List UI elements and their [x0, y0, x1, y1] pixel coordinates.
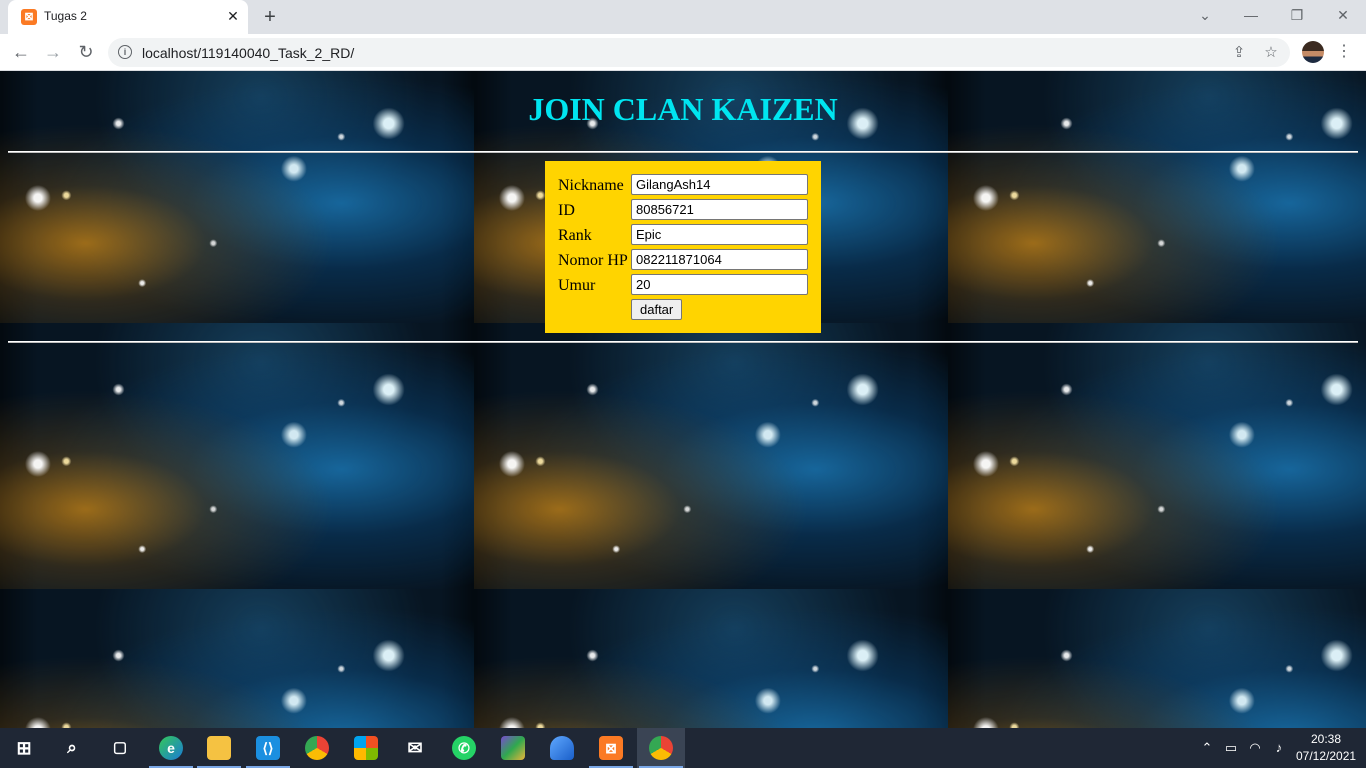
start-button[interactable]: ⊞ [0, 728, 48, 768]
chrome-icon [305, 736, 329, 760]
task-view-button[interactable]: ▢ [96, 728, 144, 768]
xampp-favicon-icon: ⊠ [21, 9, 37, 25]
clock-time[interactable]: 20:38 [1296, 732, 1356, 746]
taskbar-vscode[interactable]: ⟨⟩ [244, 728, 292, 768]
file-explorer-icon [207, 736, 231, 760]
site-info-icon[interactable]: i [118, 45, 132, 59]
phone-input[interactable]: 082211871064 [631, 249, 808, 270]
xampp-icon: ⊠ [599, 736, 623, 760]
bookmark-star-icon[interactable]: ☆ [1260, 42, 1282, 64]
submit-button[interactable]: daftar [631, 299, 683, 320]
form-row-rank: Rank Epic [558, 224, 818, 249]
tab-close-icon[interactable]: ✕ [224, 7, 242, 25]
restore-button[interactable]: ❐ [1282, 4, 1312, 26]
new-tab-button[interactable]: + [257, 5, 283, 29]
battery-icon[interactable]: ▭ [1221, 738, 1241, 758]
share-icon[interactable]: ⇪ [1228, 42, 1250, 64]
top-divider [8, 151, 1358, 153]
windows-taskbar: ⊞ ⌕ ▢ e ⟨⟩ ✉ ✆ ⊠ ⌃ ▭ ◠ ♪ 20:38 07/12/202… [0, 728, 1366, 768]
vscode-icon: ⟨⟩ [256, 736, 280, 760]
address-bar[interactable]: i localhost/119140040_Task_2_RD/ ⇪ ☆ [108, 38, 1290, 67]
form-row-phone: Nomor HP 082211871064 [558, 249, 818, 274]
mail-icon: ✉ [407, 738, 423, 758]
phone-label: Nomor HP [558, 252, 628, 269]
browser-tab[interactable]: ⊠ Tugas 2 ✕ [8, 0, 248, 34]
start-icon: ⊞ [16, 738, 32, 758]
taskbar-winrar[interactable] [489, 728, 537, 768]
rank-input[interactable]: Epic [631, 224, 808, 245]
age-label: Umur [558, 277, 596, 294]
taskbar-wireshark[interactable] [538, 728, 586, 768]
age-input[interactable]: 20 [631, 274, 808, 295]
chrome-profile-icon [649, 736, 673, 760]
nickname-input[interactable]: GilangAsh14 [631, 174, 808, 195]
form-row-id: ID 80856721 [558, 199, 818, 224]
volume-icon[interactable]: ♪ [1269, 738, 1289, 758]
wifi-icon[interactable]: ◠ [1245, 738, 1265, 758]
profile-avatar[interactable] [1302, 41, 1324, 63]
nickname-label: Nickname [558, 177, 624, 194]
page-heading: JOIN CLAN KAIZEN [528, 91, 838, 127]
rank-label: Rank [558, 227, 592, 244]
edge-icon: e [159, 736, 183, 760]
taskbar-whatsapp[interactable]: ✆ [440, 728, 488, 768]
url-text[interactable]: localhost/119140040_Task_2_RD/ [142, 45, 354, 61]
tab-title: Tugas 2 [44, 9, 87, 23]
browser-toolbar: ← → ↻ i localhost/119140040_Task_2_RD/ ⇪… [0, 34, 1366, 71]
back-arrow-icon[interactable]: ← [9, 40, 33, 64]
page-viewport: JOIN CLAN KAIZEN Nickname GilangAsh14 ID… [0, 71, 1366, 728]
taskbar-edge[interactable]: e [147, 728, 195, 768]
bottom-divider [8, 341, 1358, 343]
minimize-button[interactable]: — [1236, 4, 1266, 26]
close-window-button[interactable]: ✕ [1328, 4, 1358, 26]
clock-date[interactable]: 07/12/2021 [1296, 749, 1356, 763]
form-row-age: Umur 20 [558, 274, 818, 299]
winrar-icon [501, 736, 525, 760]
taskbar-chrome[interactable] [293, 728, 341, 768]
wireshark-icon [550, 736, 574, 760]
taskbar-xampp[interactable]: ⊠ [587, 728, 635, 768]
search-icon: ⌕ [67, 738, 77, 757]
taskbar-chrome-profile[interactable] [637, 728, 685, 768]
id-input[interactable]: 80856721 [631, 199, 808, 220]
menu-kebab-icon[interactable]: ⋮ [1334, 40, 1354, 64]
tab-strip: ⊠ Tugas 2 ✕ + ⌄ — ❐ ✕ [0, 0, 1366, 34]
search-button[interactable]: ⌕ [48, 728, 96, 768]
registration-form: Nickname GilangAsh14 ID 80856721 Rank Ep… [545, 161, 821, 333]
store-icon [354, 736, 378, 760]
forward-arrow-icon[interactable]: → [41, 40, 65, 64]
taskbar-file-explorer[interactable] [195, 728, 243, 768]
tab-search-icon[interactable]: ⌄ [1190, 4, 1220, 26]
whatsapp-icon: ✆ [452, 736, 476, 760]
reload-icon[interactable]: ↻ [74, 40, 98, 64]
tray-overflow-icon[interactable]: ⌃ [1197, 738, 1217, 758]
id-label: ID [558, 202, 575, 219]
taskbar-mail[interactable]: ✉ [391, 728, 439, 768]
task-view-icon: ▢ [112, 739, 128, 756]
taskbar-store[interactable] [342, 728, 390, 768]
form-row-nickname: Nickname GilangAsh14 [558, 174, 818, 199]
